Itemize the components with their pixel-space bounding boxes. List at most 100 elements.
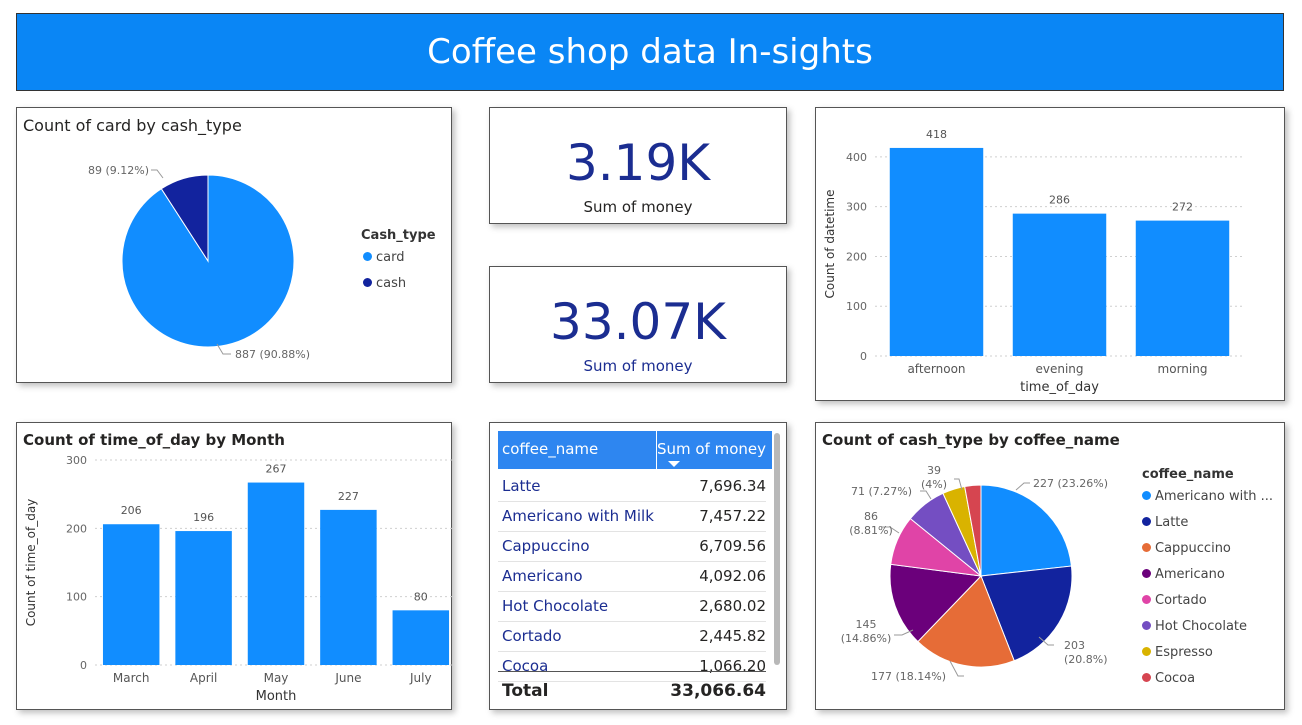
legend-label: Latte [1155, 515, 1189, 530]
data-label: 206 [121, 504, 142, 517]
data-label: 196 [193, 511, 214, 524]
legend-label: Cortado [1155, 593, 1207, 608]
table-cell-coffee-name: Latte [502, 477, 541, 495]
sort-desc-icon[interactable] [668, 461, 680, 467]
table-row[interactable]: Hot Chocolate 2,680.02 [498, 591, 766, 622]
legend-item[interactable]: Hot Chocolate [1142, 619, 1247, 634]
legend-dot [1142, 491, 1151, 500]
pie-slice-americano-with-milk[interactable] [980, 484, 1073, 577]
table-row[interactable]: Latte 7,696.34 [498, 471, 766, 502]
table-total-label: Total [502, 681, 549, 701]
y-tick-label: 100 [66, 591, 87, 604]
bar-morning[interactable] [1135, 220, 1230, 356]
data-label: 227 [338, 490, 359, 503]
bar-month-card[interactable]: Count of time_of_day by Month 0 100 200 300… [16, 422, 453, 711]
y-axis-title: Count of datetime [823, 189, 837, 298]
table-scrollbar[interactable] [774, 433, 780, 665]
table-cell-sum-money: 2,680.02 [699, 597, 766, 615]
x-axis-title: Month [256, 689, 297, 704]
table-header-coffee-name[interactable]: coffee_name [502, 440, 598, 458]
bar-afternoon[interactable] [889, 147, 984, 356]
bar-july[interactable] [392, 610, 450, 665]
pie-cash-type-chart[interactable]: 89 (9.12%) 887 (90.88%) [17, 108, 453, 384]
legend-item[interactable]: Americano with ... [1142, 489, 1273, 504]
legend-dot [1142, 621, 1151, 630]
pie-data-label: 71 (7.27%) [851, 485, 912, 498]
y-tick-label: 200 [66, 522, 87, 535]
legend-cash-label: cash [376, 276, 407, 291]
x-tick-label: April [190, 671, 217, 685]
dashboard-title: Coffee shop data In-sights [427, 32, 873, 72]
table-cell-coffee-name: Cortado [502, 627, 562, 645]
y-axis-title: Count of time_of_day [24, 499, 38, 627]
kpi-1-label: Sum of money [583, 198, 693, 216]
table-row[interactable]: Cortado 2,445.82 [498, 621, 766, 652]
x-tick-label: May [264, 671, 289, 685]
table-cell-sum-money: 7,696.34 [699, 477, 766, 495]
legend-card-dot [363, 252, 372, 261]
data-label: 80 [414, 590, 428, 603]
legend-item[interactable]: Cortado [1142, 593, 1207, 608]
y-tick-label: 300 [66, 454, 87, 467]
pie-coffee-card[interactable]: Count of cash_type by coffee_name 227 (2… [815, 422, 1285, 710]
y-tick-label: 0 [860, 350, 867, 363]
table-row[interactable]: Cappuccino 6,709.56 [498, 531, 766, 562]
legend-item[interactable]: Latte [1142, 515, 1188, 530]
table-cell-sum-money: 4,092.06 [699, 567, 766, 585]
legend-dot [1142, 673, 1151, 682]
bar-month-chart[interactable]: 0 100 200 300 206 March 196 April 267 May 227 June 8… [17, 423, 453, 711]
bar-april[interactable] [175, 531, 232, 665]
legend-item[interactable]: Espresso [1142, 645, 1213, 660]
pie-cash-leader-line [151, 169, 164, 179]
data-label: 418 [926, 128, 947, 141]
legend-item-cash[interactable]: cash [363, 276, 406, 291]
bar-march[interactable] [102, 524, 160, 665]
legend-label: Cocoa [1155, 671, 1196, 686]
bar-june[interactable] [320, 509, 377, 665]
table-cell-sum-money: 7,457.22 [699, 507, 766, 525]
legend-dot [1142, 569, 1151, 578]
table-cell-coffee-name: Americano [502, 567, 583, 585]
legend-dot [1142, 595, 1151, 604]
legend-item[interactable]: Cappuccino [1142, 541, 1231, 556]
table-header-sum-money[interactable]: Sum of money [657, 440, 766, 458]
legend-label: Cappuccino [1155, 541, 1231, 556]
kpi-card-1[interactable]: 3.19K Sum of money [489, 107, 787, 224]
x-tick-label: afternoon [907, 362, 965, 376]
pie-data-label: 145 [856, 618, 877, 631]
pie-data-label: (4%) [921, 478, 947, 491]
pie-data-label: 86 [864, 510, 878, 523]
legend-item[interactable]: Americano [1142, 567, 1225, 582]
pie-data-label: (8.81%) [849, 524, 893, 537]
legend-cash-dot [363, 278, 372, 287]
bar-may[interactable] [247, 482, 305, 665]
pie-cash-legend-title: Cash_type [361, 228, 436, 243]
x-axis-title: time_of_day [1020, 380, 1099, 395]
bar-evening[interactable] [1012, 213, 1107, 356]
pie-cash-type-card[interactable]: Count of card by cash_type 89 (9.12%) 88… [16, 107, 452, 383]
pie-data-label: 227 (23.26%) [1033, 477, 1108, 490]
table-cell-coffee-name: Hot Chocolate [502, 597, 609, 615]
bar-time-of-day-card[interactable]: 0 100 200 300 400 418 afternoon 286 evening 272 mo… [815, 107, 1285, 401]
coffee-money-table[interactable]: coffee_name Sum of money Latte 7,696.34 Am… [489, 422, 787, 710]
pie-data-label: (14.86%) [841, 632, 892, 645]
pie-data-label: 203 [1064, 639, 1085, 652]
table-row[interactable]: Americano with Milk 7,457.22 [498, 501, 766, 532]
x-tick-label: March [113, 671, 150, 685]
legend-label: Americano with ... [1155, 489, 1274, 504]
table-cell-sum-money: 2,445.82 [699, 627, 766, 645]
legend-item[interactable]: Cocoa [1142, 671, 1195, 686]
data-label: 272 [1172, 201, 1193, 214]
bar-time-of-day-chart[interactable]: 0 100 200 300 400 418 afternoon 286 evening 272 mo… [816, 108, 1286, 402]
table-row[interactable]: Americano 4,092.06 [498, 561, 766, 592]
pie-coffee-legend-title: coffee_name [1142, 467, 1234, 482]
legend-label: Espresso [1155, 645, 1213, 660]
y-tick-label: 200 [846, 250, 867, 263]
kpi-card-2[interactable]: 33.07K Sum of money [489, 266, 787, 383]
kpi-1-value: 3.19K [565, 134, 711, 192]
x-tick-label: July [409, 671, 432, 685]
legend-dot [1142, 543, 1151, 552]
pie-data-label: 39 [927, 464, 941, 477]
legend-item-card[interactable]: card [363, 250, 404, 265]
legend-dot [1142, 647, 1151, 656]
